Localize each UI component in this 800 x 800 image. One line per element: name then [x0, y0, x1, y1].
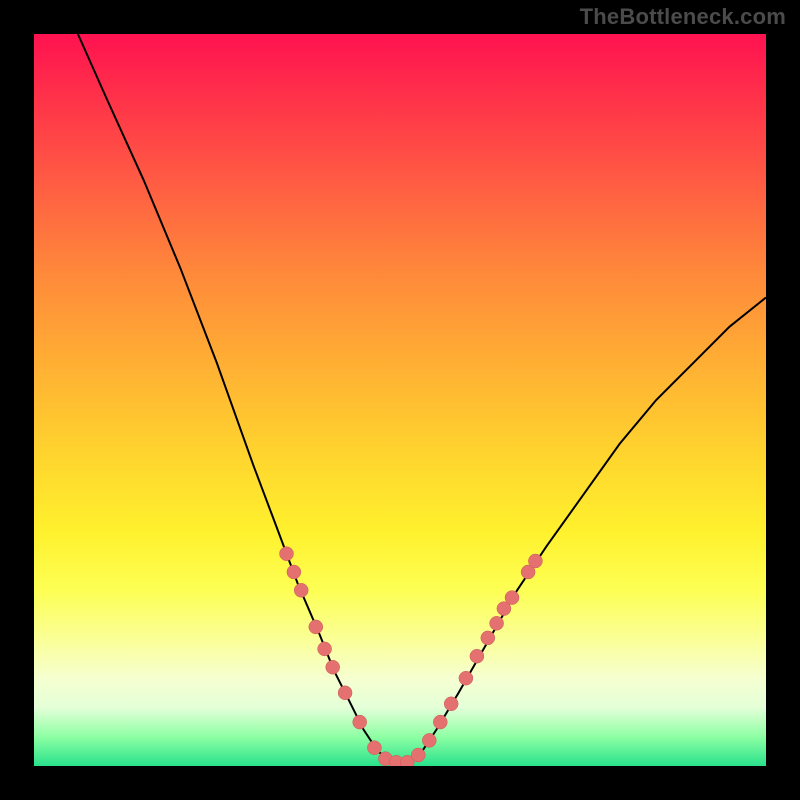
data-point	[459, 671, 473, 685]
data-point	[422, 733, 436, 747]
chart-frame: TheBottleneck.com	[0, 0, 800, 800]
data-point	[326, 660, 340, 674]
data-point	[353, 715, 367, 729]
data-point	[433, 715, 447, 729]
data-point	[528, 554, 542, 568]
data-point	[280, 547, 294, 561]
data-point	[294, 583, 308, 597]
data-point	[481, 631, 495, 645]
data-point	[444, 697, 458, 711]
data-point	[505, 591, 519, 605]
chart-svg	[34, 34, 766, 766]
data-point	[367, 741, 381, 755]
data-point	[287, 565, 301, 579]
data-markers	[280, 547, 543, 766]
data-point	[411, 748, 425, 762]
data-point	[490, 616, 504, 630]
plot-area	[34, 34, 766, 766]
bottleneck-curve	[78, 34, 766, 762]
watermark-text: TheBottleneck.com	[580, 4, 786, 30]
data-point	[318, 642, 332, 656]
data-point	[309, 620, 323, 634]
data-point	[338, 686, 352, 700]
data-point	[470, 649, 484, 663]
